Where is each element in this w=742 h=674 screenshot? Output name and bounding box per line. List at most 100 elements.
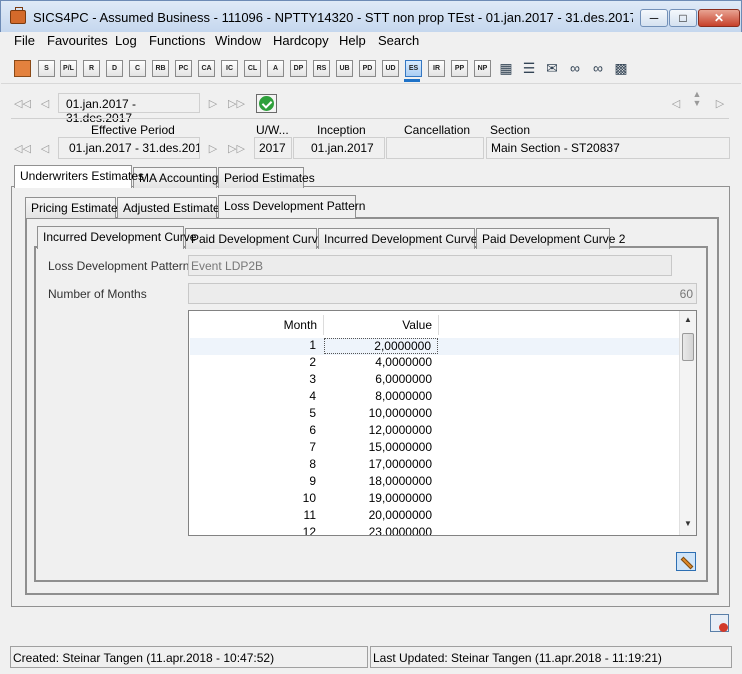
toolbar-button-pd[interactable]: PD xyxy=(359,60,376,77)
scroll-up-icon[interactable]: ▲ xyxy=(680,312,696,328)
briefcase-icon[interactable] xyxy=(14,60,31,77)
month-cell[interactable]: 3 xyxy=(190,372,322,386)
menu-search[interactable]: Search xyxy=(378,33,419,48)
month-cell[interactable]: 5 xyxy=(190,406,322,420)
book-icon[interactable]: ☰ xyxy=(520,59,538,77)
month-cell[interactable]: 6 xyxy=(190,423,322,437)
menu-log[interactable]: Log xyxy=(115,33,137,48)
menu-hardcopy[interactable]: Hardcopy xyxy=(273,33,329,48)
menu-favourites[interactable]: Favourites xyxy=(47,33,108,48)
value-cell[interactable]: 18,0000000 xyxy=(324,474,438,488)
value-cell[interactable]: 23,0000000 xyxy=(324,525,438,535)
value-cell[interactable]: 15,0000000 xyxy=(324,440,438,454)
menu-file[interactable]: File xyxy=(14,33,35,48)
toolbar-button-pc[interactable]: PC xyxy=(175,60,192,77)
month-cell[interactable]: 9 xyxy=(190,474,322,488)
value-cell[interactable]: 8,0000000 xyxy=(324,389,438,403)
toolbar-button-ca[interactable]: CA xyxy=(198,60,215,77)
last-period-icon[interactable]: ▷▷ xyxy=(228,142,245,155)
toolbar-button-ir[interactable]: IR xyxy=(428,60,445,77)
close-document-icon[interactable] xyxy=(710,614,729,632)
tab-paid-development-curve[interactable]: Paid Development Curve xyxy=(185,228,324,249)
table-row[interactable]: 7 15,0000000 xyxy=(190,440,679,457)
previous-period-icon[interactable]: ◁ xyxy=(38,97,52,110)
toolbar-button-pp[interactable]: PP xyxy=(451,60,468,77)
toolbar-button-a[interactable]: A xyxy=(267,60,284,77)
value-cell[interactable]: 17,0000000 xyxy=(324,457,438,471)
table-row[interactable]: 3 6,0000000 xyxy=(190,372,679,389)
table-row[interactable]: 5 10,0000000 xyxy=(190,406,679,423)
last-period-icon[interactable]: ▷▷ xyxy=(228,97,245,110)
table-row[interactable]: 11 20,0000000 xyxy=(190,508,679,525)
table-row[interactable]: 6 12,0000000 xyxy=(190,423,679,440)
tab-ma-accounting[interactable]: MA Accounting xyxy=(133,167,218,188)
tab-incurred-development-curve[interactable]: Incurred Development Curve xyxy=(37,226,196,249)
toolbar-button-r[interactable]: R xyxy=(83,60,100,77)
development-curve-table[interactable]: Month Value 1 2,0000000 2 4,0000000 3 6,00000… xyxy=(188,310,697,536)
toolbar-button-d[interactable]: D xyxy=(106,60,123,77)
scroll-left-icon[interactable]: ◁ xyxy=(669,97,683,110)
toolbar-button-ic[interactable]: IC xyxy=(221,60,238,77)
previous-period-icon[interactable]: ◁ xyxy=(38,142,52,155)
close-button[interactable]: ✕ xyxy=(698,9,740,27)
delete-document-icon[interactable]: ▦ xyxy=(497,59,515,77)
edit-pencil-icon[interactable] xyxy=(676,552,696,571)
toolbar-button-ub[interactable]: UB xyxy=(336,60,353,77)
table-row[interactable]: 1 2,0000000 xyxy=(190,338,679,355)
tab-adjusted-estimates[interactable]: Adjusted Estimates xyxy=(117,197,226,218)
toolbar-button-cl[interactable]: CL xyxy=(244,60,261,77)
column-header-value[interactable]: Value xyxy=(324,315,439,335)
toolbar-button-np[interactable]: NP xyxy=(474,60,491,77)
table-row[interactable]: 12 23,0000000 xyxy=(190,525,679,535)
table-row[interactable]: 9 18,0000000 xyxy=(190,474,679,491)
toolbar-button-rs[interactable]: RS xyxy=(313,60,330,77)
paperclip-icon[interactable]: ∞ xyxy=(566,59,584,77)
month-cell[interactable]: 11 xyxy=(190,508,322,522)
scroll-down-icon[interactable]: ▼ xyxy=(680,516,696,532)
toolbar-button-pl[interactable]: P/L xyxy=(60,60,77,77)
period-selector[interactable]: 01.jan.2017 - 31.des.2017 xyxy=(58,93,200,125)
toolbar-button-ud[interactable]: UD xyxy=(382,60,399,77)
toolbar-button-s[interactable]: S xyxy=(38,60,55,77)
month-cell[interactable]: 12 xyxy=(190,525,322,535)
value-cell[interactable]: 20,0000000 xyxy=(324,508,438,522)
month-cell[interactable]: 4 xyxy=(190,389,322,403)
month-cell[interactable]: 8 xyxy=(190,457,322,471)
toolbar-button-rb[interactable]: RB xyxy=(152,60,169,77)
table-row[interactable]: 4 8,0000000 xyxy=(190,389,679,406)
toolbar-button-es[interactable]: ES xyxy=(405,60,422,77)
value-cell[interactable]: 10,0000000 xyxy=(324,406,438,420)
tab-pricing-estimates[interactable]: Pricing Estimates xyxy=(25,197,124,218)
value-cell[interactable]: 12,0000000 xyxy=(324,423,438,437)
menu-window[interactable]: Window xyxy=(215,33,261,48)
tab-underwriters-estimates[interactable]: Underwriters Estimates xyxy=(14,165,144,188)
value-cell[interactable]: 19,0000000 xyxy=(324,491,438,505)
tab-paid-development-curve-2[interactable]: Paid Development Curve 2 xyxy=(476,228,625,249)
column-header-month[interactable]: Month xyxy=(190,315,324,335)
scroll-right-icon[interactable]: ▷ xyxy=(713,97,727,110)
toolbar-button-dp[interactable]: DP xyxy=(290,60,307,77)
paperclips-icon[interactable]: ∞ xyxy=(589,59,607,77)
envelope-icon[interactable]: ✉ xyxy=(543,59,561,77)
value-cell[interactable]: 6,0000000 xyxy=(324,372,438,386)
table-row[interactable]: 10 19,0000000 xyxy=(190,491,679,508)
scrollbar-thumb[interactable] xyxy=(682,333,694,361)
toolbar-button-c[interactable]: C xyxy=(129,60,146,77)
check-ok-icon[interactable] xyxy=(256,94,277,113)
table-scrollbar[interactable]: ▲ ▼ xyxy=(679,311,696,535)
month-cell[interactable]: 2 xyxy=(190,355,322,369)
next-period-icon[interactable]: ▷ xyxy=(206,142,220,155)
month-cell[interactable]: 1 xyxy=(190,338,322,352)
up-down-icon[interactable]: ▲ ▼ xyxy=(690,90,704,108)
printer-icon[interactable]: ▩ xyxy=(612,59,630,77)
menu-functions[interactable]: Functions xyxy=(149,33,205,48)
menu-help[interactable]: Help xyxy=(339,33,366,48)
table-row[interactable]: 2 4,0000000 xyxy=(190,355,679,372)
minimize-button[interactable]: ─ xyxy=(640,9,668,27)
tab-period-estimates[interactable]: Period Estimates xyxy=(218,167,315,188)
value-cell[interactable]: 4,0000000 xyxy=(324,355,438,369)
tab-incurred-development-curve-2[interactable]: Incurred Development Curve 2 xyxy=(318,228,487,249)
maximize-button[interactable]: □ xyxy=(669,9,697,27)
value-cell[interactable]: 2,0000000 xyxy=(324,338,438,354)
tab-loss-development-pattern[interactable]: Loss Development Pattern xyxy=(218,195,365,218)
